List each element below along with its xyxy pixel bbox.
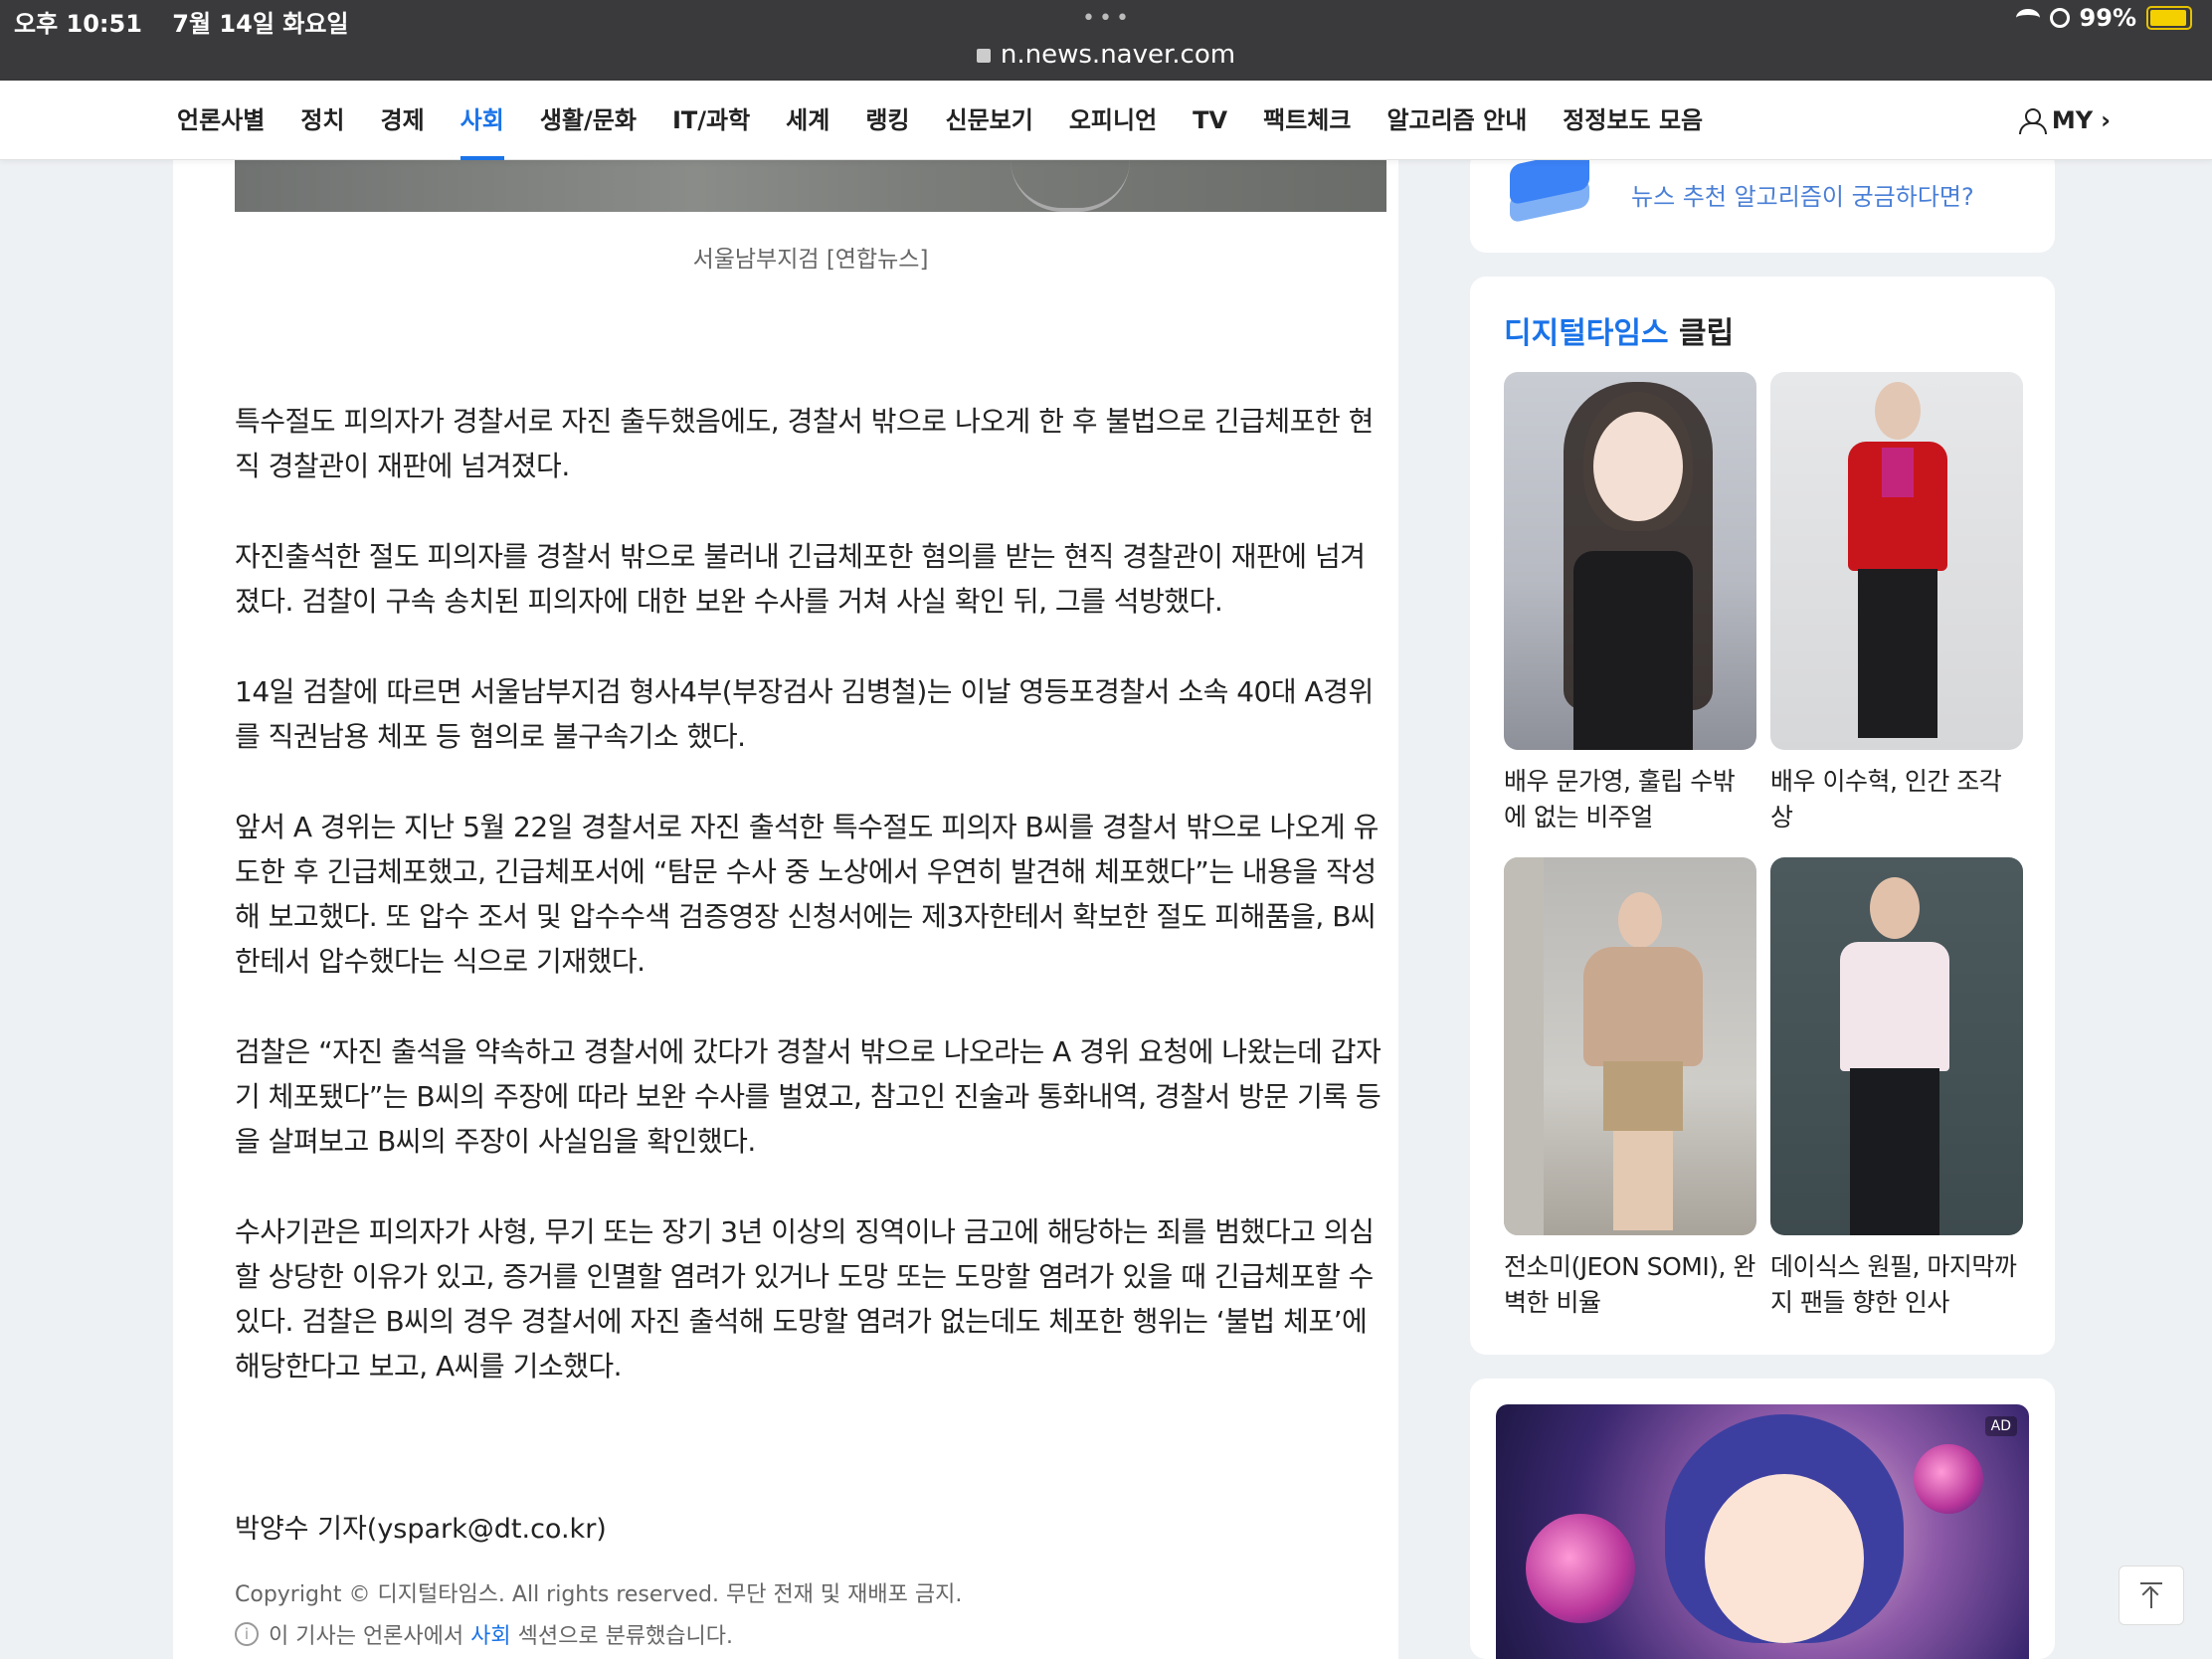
section-nav: 언론사별 정치 경제 사회 생활/문화 IT/과학 세계 랭킹 신문보기 오피니언 TV 팩트체크 알고… bbox=[0, 81, 2212, 160]
nav-item[interactable]: 언론사별 bbox=[177, 81, 265, 160]
clip-thumbnail[interactable] bbox=[1504, 857, 1756, 1235]
clip-thumbnail[interactable] bbox=[1770, 857, 2023, 1235]
copyright: Copyright © 디지털타임스. All rights reserved.… bbox=[235, 1582, 963, 1607]
section-classification: i 이 기사는 언론사에서 사회 섹션으로 분류했습니다. bbox=[235, 1618, 733, 1650]
article-paragraph: 특수절도 피의자가 경찰서로 자진 출두했음에도, 경찰서 밖으로 나오게 한 … bbox=[235, 405, 1374, 482]
nav-item[interactable]: 오피니언 bbox=[1069, 81, 1157, 160]
clip-item[interactable]: 데이식스 원필, 마지막까지 팬들 향한 인사 bbox=[1770, 857, 2023, 1321]
algorithm-card[interactable]: 뉴스 추천 알고리즘이 궁금하다면? bbox=[1470, 148, 2055, 253]
status-date: 7월 14일 화요일 bbox=[172, 10, 349, 38]
nav-item[interactable]: 생활/문화 bbox=[540, 81, 637, 160]
my-label: MY bbox=[2051, 106, 2094, 134]
byline: 박양수 기자(yspark@dt.co.kr) bbox=[235, 1514, 607, 1545]
article-paragraph: 앞서 A 경위는 지난 5월 22일 경찰서로 자진 출석한 특수절도 피의자 … bbox=[235, 811, 1379, 978]
nav-item[interactable]: 사회 bbox=[460, 81, 505, 160]
clip-item[interactable]: 전소미(JEON SOMI), 완벽한 비율 bbox=[1504, 857, 1756, 1321]
ai-algorithm-icon bbox=[1510, 148, 1589, 227]
chevron-right-icon: › bbox=[2101, 106, 2111, 134]
info-icon[interactable]: i bbox=[235, 1622, 259, 1646]
address-bar[interactable]: n.news.naver.com bbox=[0, 40, 2212, 70]
status-left: 오후 10:51 7월 14일 화요일 bbox=[14, 4, 371, 39]
clip-title-text: 배우 문가영, 훌립 수밖에 없는 비주얼 bbox=[1504, 767, 1736, 831]
classify-suffix: 섹션으로 분류했습니다. bbox=[510, 1624, 734, 1649]
nav-item[interactable]: 경제 bbox=[381, 81, 425, 160]
article-panel: 서울남부지검 [연합뉴스] 특수절도 피의자가 경찰서로 자진 출두했음에도, … bbox=[173, 160, 1398, 1659]
nav-item[interactable]: 세계 bbox=[786, 81, 830, 160]
classify-section-link[interactable]: 사회 bbox=[470, 1624, 510, 1649]
clip-brand[interactable]: 디지털타임스 bbox=[1504, 316, 1669, 351]
status-time: 오후 10:51 bbox=[14, 10, 142, 38]
ad-badge: AD bbox=[1984, 1416, 2017, 1436]
classify-prefix: 이 기사는 언론사에서 bbox=[269, 1624, 471, 1649]
nav-item[interactable]: 랭킹 bbox=[865, 81, 909, 160]
clip-item[interactable]: 배우 이수혁, 인간 조각상 bbox=[1770, 372, 2023, 835]
ad-banner-image[interactable]: AD bbox=[1496, 1404, 2029, 1659]
article-paragraph: 검찰은 “자진 출석을 약속하고 경찰서에 갔다가 경찰서 밖으로 나오라는 A… bbox=[235, 1035, 1382, 1158]
user-icon bbox=[2018, 107, 2047, 134]
clip-title-text: 전소미(JEON SOMI), 완벽한 비율 bbox=[1504, 1252, 1755, 1317]
scroll-to-top-button[interactable] bbox=[2119, 1566, 2184, 1625]
arrow-up-icon bbox=[2140, 1582, 2162, 1608]
url-text: n.news.naver.com bbox=[1000, 40, 1236, 70]
article-body: 특수절도 피의자가 경찰서로 자진 출두했음에도, 경찰서 밖으로 나오게 한 … bbox=[235, 399, 1388, 1434]
photo-caption: 서울남부지검 [연합뉴스] bbox=[692, 247, 929, 273]
clip-word: 클립 bbox=[1668, 316, 1735, 351]
battery-icon bbox=[2146, 6, 2192, 30]
clip-item[interactable]: 배우 문가영, 훌립 수밖에 없는 비주얼 bbox=[1504, 372, 1756, 835]
nav-item[interactable]: 정정보도 모음 bbox=[1563, 81, 1703, 160]
nav-item[interactable]: TV bbox=[1193, 81, 1227, 160]
alarm-icon bbox=[2049, 8, 2070, 28]
clip-thumbnail[interactable] bbox=[1504, 372, 1756, 750]
clip-title-text: 데이식스 원필, 마지막까지 팬들 향한 인사 bbox=[1770, 1252, 2017, 1317]
my-button[interactable]: MY › bbox=[2018, 81, 2111, 160]
ad-card[interactable]: AD bbox=[1470, 1379, 2055, 1659]
browser-status-bar: 오후 10:51 7월 14일 화요일 ••• n.news.naver.com… bbox=[0, 0, 2212, 81]
wifi-icon bbox=[2015, 9, 2040, 27]
article-paragraph: 수사기관은 피의자가 사형, 무기 또는 장기 3년 이상의 징역이나 금고에 … bbox=[235, 1215, 1375, 1382]
nav-items: 언론사별 정치 경제 사회 생활/문화 IT/과학 세계 랭킹 신문보기 오피니언 TV 팩트체크 알고… bbox=[177, 81, 1703, 160]
article-paragraph: 자진출석한 절도 피의자를 경찰서 밖으로 불러내 긴급체포한 혐의를 받는 현… bbox=[235, 540, 1366, 618]
nav-item[interactable]: IT/과학 bbox=[672, 81, 750, 160]
clip-thumbnail[interactable] bbox=[1770, 372, 2023, 750]
clip-card: 디지털타임스 클립 배우 문가영, 훌립 수밖에 없는 비주얼 배우 이수혁, … bbox=[1470, 276, 2055, 1355]
status-right: 99% bbox=[2015, 4, 2192, 32]
article-paragraph: 14일 검찰에 따르면 서울남부지검 형사4부(부장검사 김병철)는 이날 영등… bbox=[235, 675, 1374, 753]
clip-title: 디지털타임스 클립 bbox=[1504, 308, 1734, 352]
nav-item[interactable]: 신문보기 bbox=[946, 81, 1033, 160]
battery-percent: 99% bbox=[2079, 4, 2136, 32]
lock-icon bbox=[976, 49, 991, 63]
tab-menu-dots[interactable]: ••• bbox=[1082, 6, 1133, 31]
nav-item[interactable]: 정치 bbox=[300, 81, 344, 160]
nav-item[interactable]: 팩트체크 bbox=[1263, 81, 1351, 160]
algorithm-link[interactable]: 뉴스 추천 알고리즘이 궁금하다면? bbox=[1631, 177, 1974, 212]
nav-item[interactable]: 알고리즘 안내 bbox=[1386, 81, 1527, 160]
clip-title-text: 배우 이수혁, 인간 조각상 bbox=[1770, 767, 2002, 831]
article-photo[interactable] bbox=[235, 160, 1386, 212]
